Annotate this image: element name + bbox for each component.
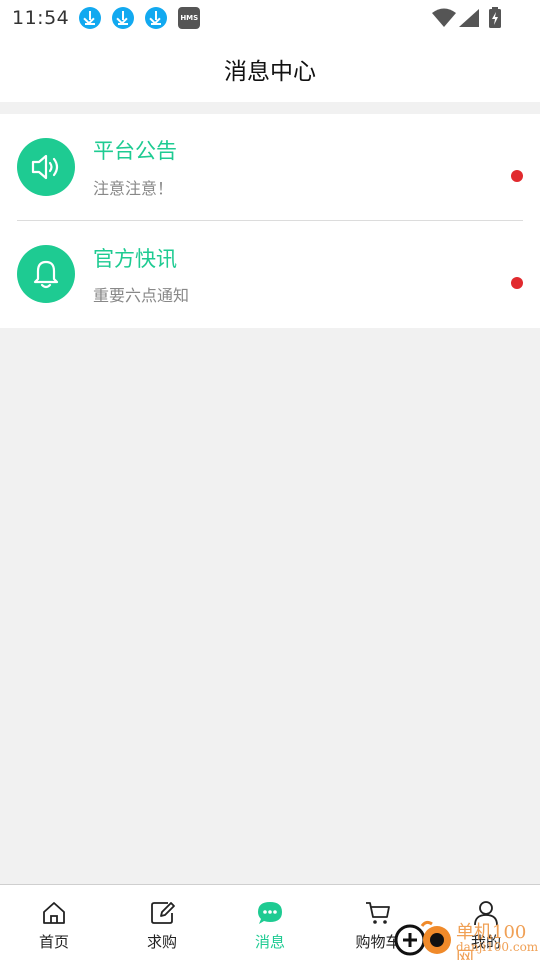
message-title: 官方快讯 — [93, 247, 177, 271]
message-title: 平台公告 — [93, 139, 177, 163]
bell-icon — [33, 260, 59, 289]
tab-buy-request[interactable]: 求购 — [108, 885, 216, 960]
announcement-avatar — [17, 138, 75, 196]
home-icon — [43, 902, 65, 924]
watermark: 单机100网 danji100.com — [392, 918, 540, 960]
message-subtitle: 注意注意！ — [93, 179, 174, 198]
app-header: 消息中心 — [0, 36, 540, 102]
tab-messages[interactable]: 消息 — [216, 885, 324, 960]
message-item-news[interactable]: 官方快讯 重要六点通知 — [0, 221, 540, 328]
message-list: 平台公告 注意注意！ 官方快讯 重要六点通知 — [0, 114, 540, 328]
chat-icon — [258, 902, 282, 924]
battery-icon — [489, 7, 501, 28]
watermark-url: danji100.com — [456, 940, 539, 954]
speaker-icon — [31, 154, 59, 180]
signal-icon — [459, 9, 479, 27]
watermark-logo-icon — [394, 920, 451, 956]
hms-icon: HMS — [178, 7, 201, 29]
download-icon — [145, 7, 168, 29]
tab-label: 首页 — [38, 933, 69, 951]
download-icon — [79, 7, 102, 29]
status-bar: 11:54 HMS — [0, 0, 540, 36]
tab-label: 消息 — [254, 933, 285, 951]
cart-icon — [366, 902, 390, 924]
status-icons — [432, 7, 502, 29]
wifi-icon — [432, 8, 456, 27]
download-icon — [112, 7, 135, 29]
unread-dot — [511, 277, 523, 289]
message-subtitle: 重要六点通知 — [93, 286, 190, 305]
tab-label: 求购 — [146, 933, 177, 951]
unread-dot — [511, 170, 523, 182]
edit-icon — [151, 902, 175, 924]
news-avatar — [17, 245, 75, 303]
message-item-announcement[interactable]: 平台公告 注意注意！ — [0, 114, 540, 221]
status-time: 11:54 — [12, 7, 70, 29]
tab-home[interactable]: 首页 — [0, 885, 108, 960]
page-title: 消息中心 — [224, 59, 316, 85]
